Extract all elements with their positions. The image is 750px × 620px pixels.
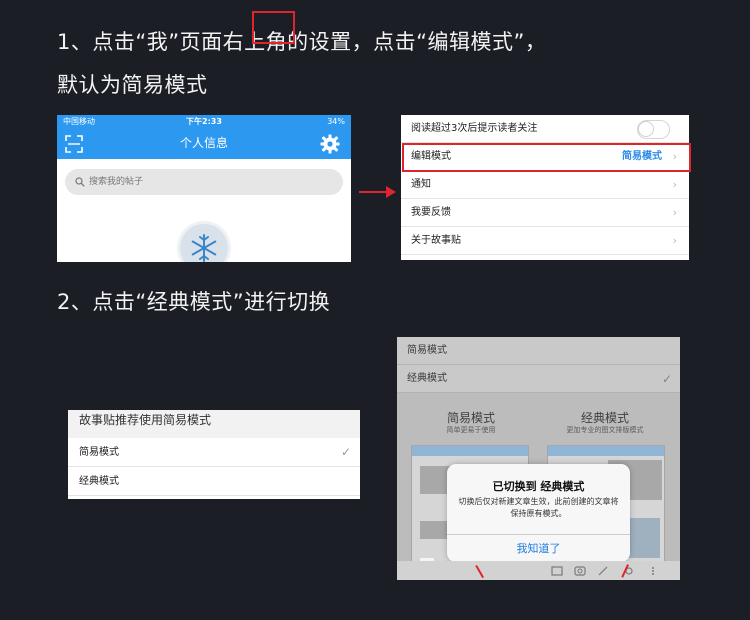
mode-option-classic[interactable]: 经典模式: [68, 467, 360, 496]
snowflake-icon: [191, 234, 217, 262]
settings-row-follow-prompt[interactable]: 阅读超过3次后提示读者关注: [401, 115, 689, 143]
avatar[interactable]: [177, 221, 231, 262]
chevron-right-icon: ›: [672, 178, 677, 191]
preview-header: [548, 446, 664, 456]
step1-instruction-cont: 默认为简易模式: [57, 73, 208, 97]
page-title: 个人信息: [179, 136, 228, 150]
checkmark-icon: ✓: [661, 372, 672, 386]
step2-instruction: 2、点击“经典模式”进行切换: [57, 290, 331, 314]
battery-label: 34%: [327, 117, 345, 126]
preview-header: [412, 446, 528, 456]
toolbar-icons: [551, 566, 654, 576]
settings-row-notifications[interactable]: 通知 ›: [401, 171, 689, 199]
dialog-ok-button[interactable]: 我知道了: [447, 535, 630, 562]
settings-screenshot: 阅读超过3次后提示读者关注 编辑模式 简易模式 › 通知 › 我要反馈 › 关于…: [401, 115, 689, 260]
settings-row-label: 我要反馈: [411, 207, 451, 218]
follow-prompt-toggle[interactable]: [637, 120, 670, 139]
chevron-right-icon: ›: [672, 206, 677, 219]
classic-mode-subtitle: 更加专业的图文排版模式: [566, 426, 644, 434]
mode-option-simple[interactable]: 简易模式 ✓: [68, 438, 360, 467]
editor-toolbar: [397, 561, 680, 580]
settings-row-label: 通知: [411, 179, 431, 190]
classic-mode-title: 经典模式: [580, 411, 629, 425]
mode-option-label: 简易模式: [407, 345, 447, 356]
step1-instruction: 1、点击“我”页面右上角的设置，点击“编辑模式”，: [57, 30, 547, 54]
checkmark-icon: ✓: [340, 445, 351, 459]
mode-option-label: 简易模式: [79, 447, 119, 458]
profile-screenshot: 中国移动 下午2:33 34% 个人信息 搜索我的帖子: [57, 115, 351, 262]
arrow-right-icon: [359, 186, 396, 198]
status-bar: 中国移动 下午2:33 34%: [57, 115, 351, 128]
switch-dialog: 已切换到 经典模式 切换后仅对新建文章生效，此前创建的文章将保持原有模式。 我知…: [447, 464, 630, 562]
search-icon: [75, 177, 85, 187]
settings-row-about[interactable]: 关于故事贴 ›: [401, 227, 689, 255]
mode-list-screenshot: 故事贴推荐使用简易模式 简易模式 ✓ 经典模式: [68, 410, 360, 499]
profile-navbar: 个人信息: [57, 128, 351, 159]
toggle-knob: [638, 121, 654, 137]
gear-highlight-box: [252, 11, 295, 44]
settings-row-label: 关于故事贴: [411, 235, 461, 246]
mode-option-label: 经典模式: [407, 373, 447, 384]
chevron-right-icon: ›: [672, 234, 677, 247]
search-input[interactable]: 搜索我的帖子: [65, 169, 343, 195]
simple-mode-title: 简易模式: [446, 411, 495, 425]
mode-option-label: 经典模式: [79, 476, 119, 487]
search-placeholder: 搜索我的帖子: [89, 177, 144, 187]
dialog-title: 已切换到 经典模式: [492, 480, 585, 493]
edit-mode-highlight-box: [402, 143, 691, 172]
settings-row-label: 阅读超过3次后提示读者关注: [411, 123, 538, 134]
switch-confirm-screenshot: 简易模式 经典模式 ✓ 简易模式 简单更易于使用 经典模式 更加专业的图文排版模…: [397, 337, 680, 580]
dialog-message: 切换后仅对新建文章生效，此前创建的文章将保持原有模式。: [458, 497, 619, 518]
mode-option-simple[interactable]: 简易模式: [397, 337, 680, 365]
gear-icon[interactable]: [320, 134, 340, 154]
mode-list-header: 故事贴推荐使用简易模式: [68, 410, 360, 438]
settings-row-feedback[interactable]: 我要反馈 ›: [401, 199, 689, 227]
simple-mode-subtitle: 简单更易于使用: [446, 426, 496, 434]
mode-option-classic[interactable]: 经典模式 ✓: [397, 365, 680, 393]
clock-label: 下午2:33: [186, 117, 222, 126]
